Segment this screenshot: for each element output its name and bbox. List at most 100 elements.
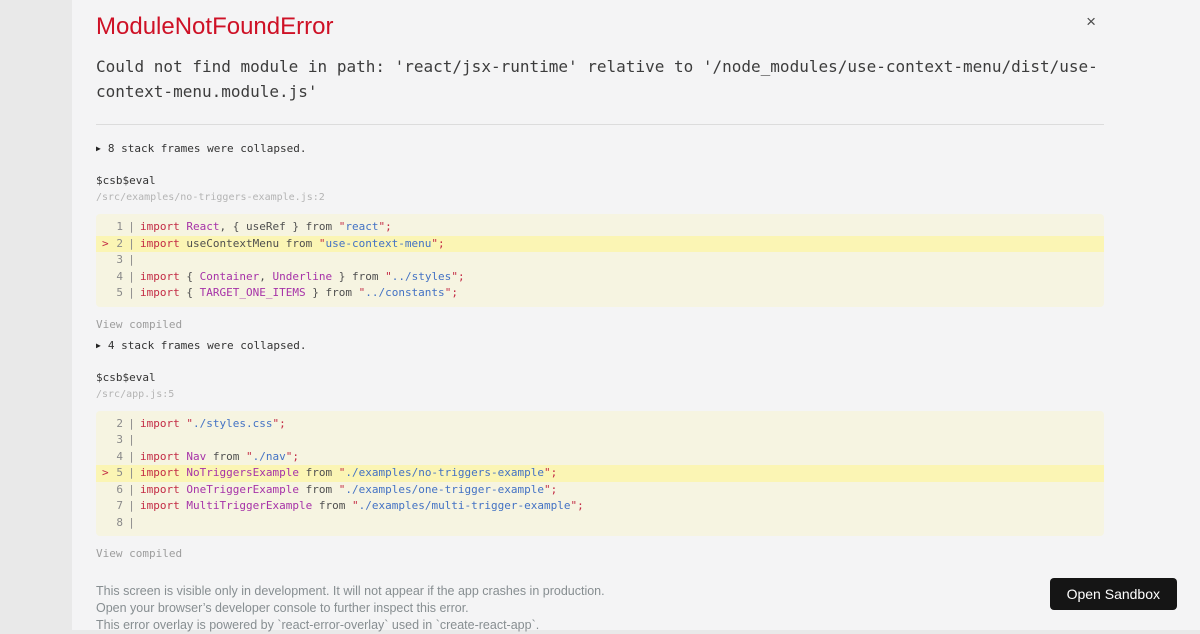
code-line: 4|import Nav from "./nav"; xyxy=(96,449,1104,466)
line-separator: | xyxy=(123,482,140,499)
error-title: ModuleNotFoundError xyxy=(96,13,1104,41)
code-token: import xyxy=(140,466,180,479)
line-number: 2 xyxy=(110,236,123,253)
line-marker xyxy=(96,482,110,499)
code-line: 3| xyxy=(96,432,1104,449)
line-marker xyxy=(96,416,110,433)
line-number: 4 xyxy=(110,449,123,466)
code-token: Underline xyxy=(272,270,332,283)
code-token: Container xyxy=(200,270,260,283)
error-message: Could not find module in path: 'react/js… xyxy=(96,54,1104,104)
code-token: , xyxy=(259,270,272,283)
code-token: ; xyxy=(458,270,465,283)
line-number: 6 xyxy=(110,482,123,499)
line-separator: | xyxy=(123,269,140,286)
code-token: from xyxy=(299,466,339,479)
line-separator: | xyxy=(123,236,140,253)
code-token: ./nav xyxy=(253,450,286,463)
code-token: NoTriggersExample xyxy=(186,466,299,479)
line-separator: | xyxy=(123,498,140,515)
line-marker xyxy=(96,515,110,532)
line-number: 5 xyxy=(110,285,123,302)
code-line: 8| xyxy=(96,515,1104,532)
footer-note-line: This screen is visible only in developme… xyxy=(96,583,1104,600)
code-token: ./examples/one-trigger-example xyxy=(345,483,544,496)
code-token: { xyxy=(180,270,200,283)
code-token: ; xyxy=(292,450,299,463)
line-marker xyxy=(96,432,110,449)
open-sandbox-button[interactable]: Open Sandbox xyxy=(1050,578,1177,610)
code-token: " xyxy=(451,270,458,283)
footer-note-line: Open your browser’s developer console to… xyxy=(96,600,1104,617)
collapsed-frames-toggle[interactable]: ▶ 8 stack frames were collapsed. xyxy=(96,142,1104,155)
collapsed-frames-toggle[interactable]: ▶ 4 stack frames were collapsed. xyxy=(96,339,1104,352)
code-line: 4|import { Container, Underline } from "… xyxy=(96,269,1104,286)
code-token: ; xyxy=(385,220,392,233)
line-marker xyxy=(96,219,110,236)
code-token: import xyxy=(140,450,180,463)
line-number: 7 xyxy=(110,498,123,515)
code-token: ./examples/no-triggers-example xyxy=(345,466,544,479)
code-frame: 1|import React, { useRef } from "react";… xyxy=(96,214,1104,307)
collapsed-frames-label: 4 stack frames were collapsed. xyxy=(108,339,307,352)
line-number: 4 xyxy=(110,269,123,286)
line-number: 2 xyxy=(110,416,123,433)
code-line: 6|import OneTriggerExample from "./examp… xyxy=(96,482,1104,499)
code-token: ; xyxy=(451,286,458,299)
code-token: react xyxy=(345,220,378,233)
code-token: Nav xyxy=(186,450,206,463)
code-line: 2|import "./styles.css"; xyxy=(96,416,1104,433)
highlight-marker: > xyxy=(96,236,110,253)
stack-frame-function: $csb$eval xyxy=(96,371,1104,384)
collapse-arrow-icon: ▶ xyxy=(96,341,101,350)
code-line: >2|import useContextMenu from "use-conte… xyxy=(96,236,1104,253)
code-token: useContextMenu from xyxy=(180,237,319,250)
error-overlay: × ModuleNotFoundError Could not find mod… xyxy=(72,0,1200,630)
code-token: ; xyxy=(551,483,558,496)
code-token: import xyxy=(140,220,180,233)
line-marker xyxy=(96,498,110,515)
line-number: 8 xyxy=(110,515,123,532)
code-token: from xyxy=(312,499,352,512)
highlight-marker: > xyxy=(96,465,110,482)
stack-frame-function: $csb$eval xyxy=(96,174,1104,187)
error-content: ModuleNotFoundError Could not find modul… xyxy=(96,0,1104,634)
code-token: from xyxy=(206,450,246,463)
line-separator: | xyxy=(123,285,140,302)
code-token: React xyxy=(186,220,219,233)
code-token: TARGET_ONE_ITEMS xyxy=(200,286,306,299)
line-marker xyxy=(96,449,110,466)
view-compiled-link[interactable]: View compiled xyxy=(96,547,182,560)
code-token: ../styles xyxy=(392,270,452,283)
code-token: ; xyxy=(551,466,558,479)
line-number: 1 xyxy=(110,219,123,236)
line-separator: | xyxy=(123,219,140,236)
code-token: " xyxy=(186,417,193,430)
code-line: >5|import NoTriggersExample from "./exam… xyxy=(96,465,1104,482)
line-separator: | xyxy=(123,416,140,433)
code-token: import xyxy=(140,417,180,430)
code-token: ; xyxy=(577,499,584,512)
code-line: 5|import { TARGET_ONE_ITEMS } from "../c… xyxy=(96,285,1104,302)
code-token: " xyxy=(352,499,359,512)
line-separator: | xyxy=(123,449,140,466)
code-token: from xyxy=(299,483,339,496)
code-token: { xyxy=(180,286,200,299)
collapsed-frames-label: 8 stack frames were collapsed. xyxy=(108,142,307,155)
line-marker xyxy=(96,252,110,269)
line-separator: | xyxy=(123,432,140,449)
code-token: " xyxy=(385,270,392,283)
line-number: 3 xyxy=(110,432,123,449)
code-line: 7|import MultiTriggerExample from "./exa… xyxy=(96,498,1104,515)
code-token: ./styles.css xyxy=(193,417,272,430)
code-token: import xyxy=(140,270,180,283)
view-compiled-link[interactable]: View compiled xyxy=(96,318,182,331)
code-token: , { useRef } from xyxy=(220,220,339,233)
code-token: ./examples/multi-trigger-example xyxy=(359,499,571,512)
code-token: import xyxy=(140,483,180,496)
line-number: 3 xyxy=(110,252,123,269)
code-token: } from xyxy=(332,270,385,283)
line-separator: | xyxy=(123,465,140,482)
line-marker xyxy=(96,285,110,302)
stack-frame-location: /src/examples/no-triggers-example.js:2 xyxy=(96,192,1104,203)
